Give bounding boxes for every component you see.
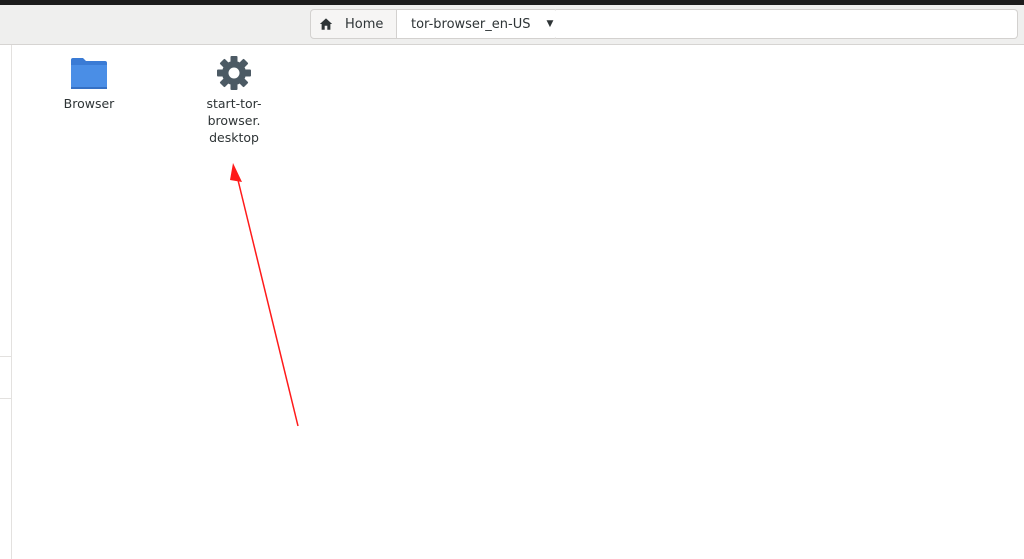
folder-icon: [71, 58, 107, 89]
sidebar-separator: [0, 398, 12, 399]
file-view: Browser start-tor- browser. desktop: [12, 45, 1024, 559]
sidebar: [0, 45, 12, 559]
file-label: Browser: [63, 96, 115, 111]
header-bar: Home tor-browser_en-US ▼: [0, 5, 1024, 45]
breadcrumb-home-label: Home: [345, 16, 384, 32]
chevron-down-icon[interactable]: ▼: [546, 19, 553, 29]
file-item-browser-folder[interactable]: Browser: [39, 53, 139, 112]
gear-icon: [217, 56, 251, 90]
file-label: start-tor- browser. desktop: [206, 96, 262, 145]
home-icon: [319, 18, 333, 30]
sidebar-separator: [0, 356, 12, 357]
breadcrumb-current-label: tor-browser_en-US: [411, 16, 531, 32]
breadcrumb-current-button[interactable]: tor-browser_en-US ▼: [397, 10, 557, 38]
breadcrumb: Home tor-browser_en-US ▼: [310, 9, 558, 39]
breadcrumb-home-button[interactable]: Home: [311, 10, 397, 38]
file-item-start-tor-browser-desktop[interactable]: start-tor- browser. desktop: [184, 53, 284, 146]
pathbar-empty-area: [556, 9, 1018, 39]
